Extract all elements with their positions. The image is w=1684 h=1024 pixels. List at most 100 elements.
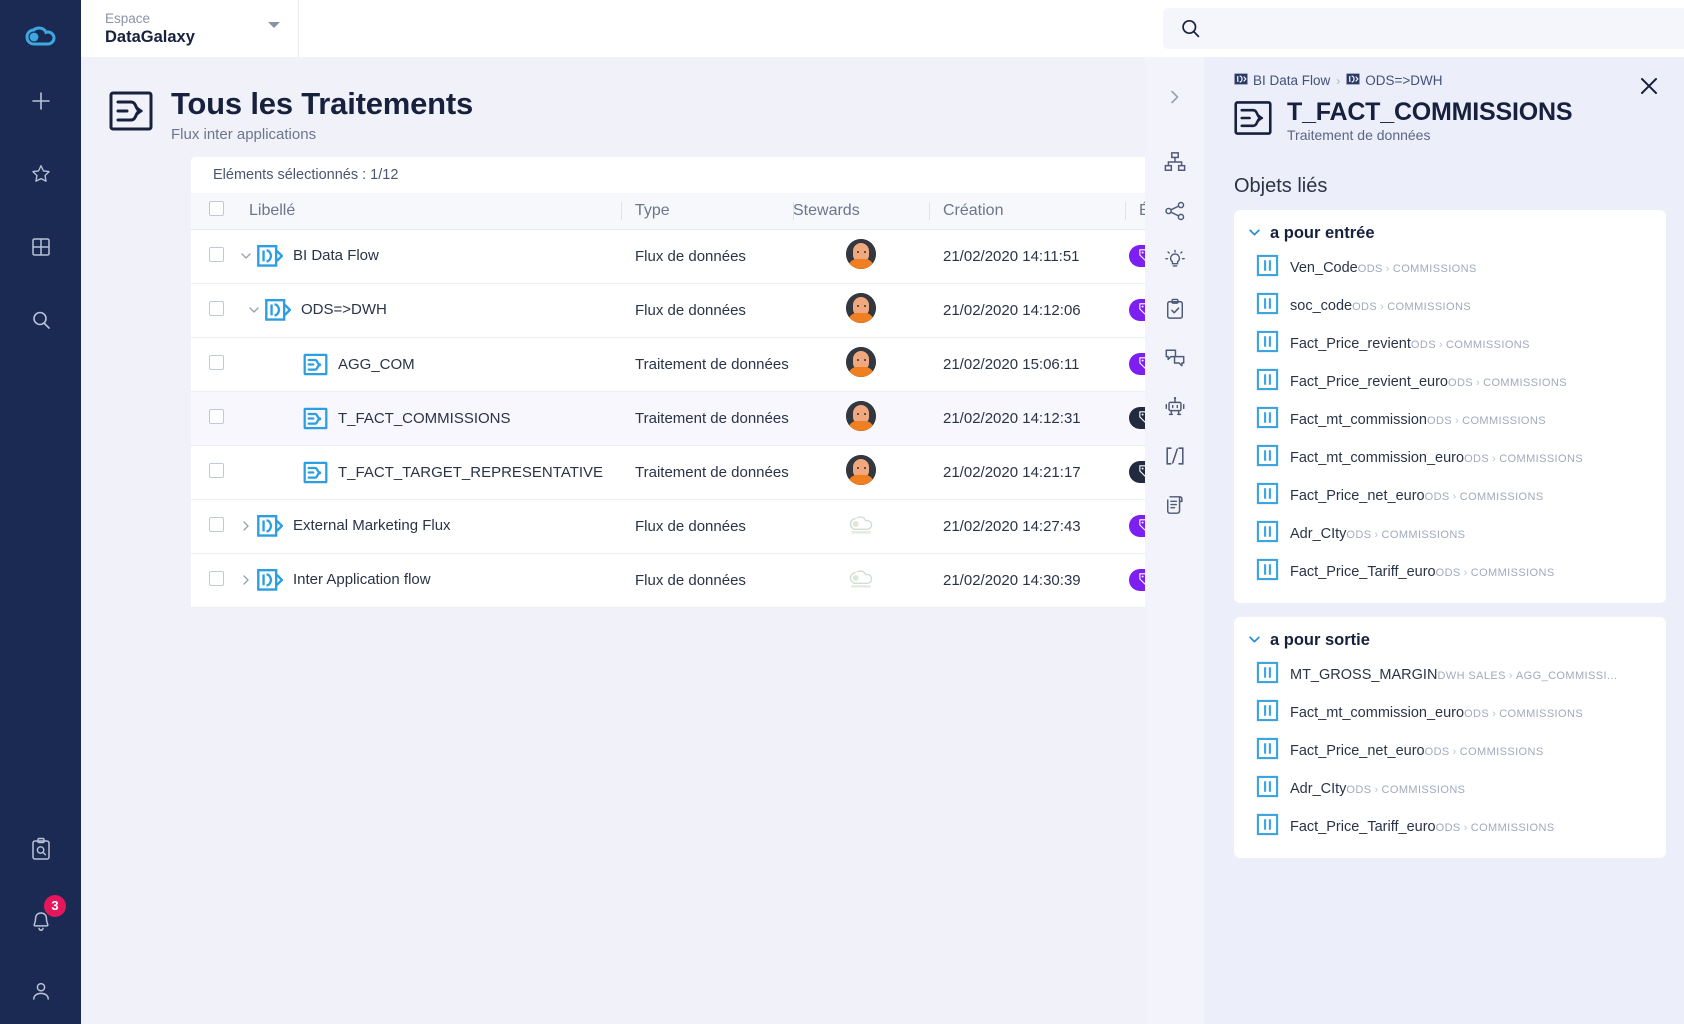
breadcrumb-item[interactable]: BI Data Flow — [1234, 73, 1330, 88]
list-item[interactable]: Fact_mt_commissionODS›COMMISSIONS — [1234, 401, 1666, 439]
grid-icon — [30, 236, 52, 258]
list-item[interactable]: Adr_CItyODS›COMMISSIONS — [1234, 770, 1666, 808]
page-title-block: Tous les Traitements Flux inter applicat… — [171, 85, 473, 143]
row-checkbox[interactable] — [209, 247, 224, 262]
list-item[interactable]: Ven_CodeODS›COMMISSIONS — [1234, 249, 1666, 287]
row-select-cell[interactable] — [191, 391, 235, 445]
row-label-cell[interactable]: BI Data Flow — [235, 229, 621, 283]
status-badge[interactable]: business — [1129, 353, 1145, 375]
row-select-cell[interactable] — [191, 553, 235, 607]
row-checkbox[interactable] — [209, 409, 224, 424]
list-item[interactable]: MT_GROSS_MARGINDWH SALES›AGG_COMMISSI... — [1234, 656, 1666, 694]
row-checkbox[interactable] — [209, 571, 224, 586]
left-nav-rail: 3 — [0, 0, 81, 1024]
rail-chevron-right-icon[interactable] — [1145, 75, 1204, 124]
table-row[interactable]: External Marketing FluxFlux de données21… — [191, 499, 1145, 553]
rail-clipboard-check-icon[interactable] — [1145, 287, 1204, 336]
table-row[interactable]: T_FACT_COMMISSIONSTraitement de données2… — [191, 391, 1145, 445]
rail-script-icon[interactable] — [1145, 483, 1204, 532]
sidebar-item-favorites[interactable] — [0, 137, 81, 210]
espace-selector[interactable]: Espace DataGalaxy — [81, 0, 299, 57]
list-item[interactable]: Fact_mt_commission_euroODS›COMMISSIONS — [1234, 694, 1666, 732]
list-item[interactable]: soc_codeODS›COMMISSIONS — [1234, 287, 1666, 325]
table-row[interactable]: AGG_COMTraitement de données21/02/2020 1… — [191, 337, 1145, 391]
column-header-stewards[interactable]: Stewards — [793, 193, 929, 229]
row-select-cell[interactable] — [191, 337, 235, 391]
select-all-checkbox[interactable] — [209, 201, 224, 216]
status-badge[interactable]: business — [1129, 569, 1145, 591]
star-icon — [30, 163, 52, 185]
table-row[interactable]: BI Data FlowFlux de données21/02/2020 14… — [191, 229, 1145, 283]
list-item[interactable]: Fact_Price_Tariff_euroODS›COMMISSIONS — [1234, 808, 1666, 846]
sidebar-item-audit[interactable] — [0, 812, 81, 885]
chevron-right-icon[interactable] — [235, 520, 257, 532]
column-type-text: Type — [621, 202, 670, 219]
column-header-tags[interactable]: Étiquettes — [1125, 193, 1145, 229]
row-label-cell[interactable]: Inter Application flow — [235, 553, 621, 607]
column-header-label[interactable]: Libellé — [235, 193, 621, 229]
row-label-cell[interactable]: ODS=>DWH — [235, 283, 621, 337]
sidebar-item-search[interactable] — [0, 283, 81, 356]
rail-share-icon[interactable] — [1145, 189, 1204, 238]
list-item[interactable]: Fact_Price_net_euroODS›COMMISSIONS — [1234, 732, 1666, 770]
chevron-down-icon[interactable] — [268, 22, 280, 28]
close-panel-button[interactable] — [1636, 75, 1662, 101]
table-row[interactable]: ODS=>DWHFlux de données21/02/2020 14:12:… — [191, 283, 1145, 337]
column-header-creation[interactable]: Création — [929, 193, 1125, 229]
table-row[interactable]: T_FACT_TARGET_REPRESENTATIVETraitement d… — [191, 445, 1145, 499]
group-toggle[interactable]: a pour entrée — [1234, 224, 1666, 243]
list-item[interactable]: Fact_Price_revientODS›COMMISSIONS — [1234, 325, 1666, 363]
search-input[interactable] — [1213, 20, 1684, 37]
list-item[interactable]: Fact_Price_Tariff_euroODS›COMMISSIONS — [1234, 553, 1666, 591]
sidebar-item-profile[interactable] — [0, 958, 81, 1024]
chevron-down-icon[interactable] — [235, 250, 257, 262]
status-badge[interactable]: Sales — [1129, 407, 1145, 429]
breadcrumb-item[interactable]: ODS=>DWH — [1346, 73, 1442, 88]
list-item-text: soc_codeODS›COMMISSIONS — [1290, 297, 1471, 315]
list-item[interactable]: Adr_CItyODS›COMMISSIONS — [1234, 515, 1666, 553]
sidebar-item-grid[interactable] — [0, 210, 81, 283]
field-icon — [1256, 558, 1279, 586]
row-select-cell[interactable] — [191, 445, 235, 499]
row-creation: 21/02/2020 14:12:06 — [929, 302, 1081, 319]
list-item[interactable]: Fact_Price_revient_euroODS›COMMISSIONS — [1234, 363, 1666, 401]
rail-lightbulb-icon[interactable] — [1145, 238, 1204, 287]
row-checkbox[interactable] — [209, 517, 224, 532]
row-select-cell[interactable] — [191, 499, 235, 553]
row-label-cell[interactable]: External Marketing Flux — [235, 499, 621, 553]
row-steward-cell — [793, 499, 929, 553]
row-checkbox[interactable] — [209, 355, 224, 370]
row-label-cell[interactable]: T_FACT_COMMISSIONS — [235, 391, 621, 445]
list-item[interactable]: Fact_mt_commission_euroODS›COMMISSIONS — [1234, 439, 1666, 477]
row-steward-cell — [793, 391, 929, 445]
cloud-logo-icon[interactable] — [21, 12, 61, 64]
group-toggle[interactable]: a pour sortie — [1234, 631, 1666, 650]
list-item[interactable]: Fact_Price_net_euroODS›COMMISSIONS — [1234, 477, 1666, 515]
rail-code-icon[interactable] — [1145, 434, 1204, 483]
row-label-cell[interactable]: T_FACT_TARGET_REPRESENTATIVE — [235, 445, 621, 499]
row-select-cell[interactable] — [191, 229, 235, 283]
row-steward-cell — [793, 337, 929, 391]
row-checkbox[interactable] — [209, 301, 224, 316]
list-item-name: Fact_Price_net_euro — [1290, 488, 1425, 504]
status-badge[interactable]: business — [1129, 245, 1145, 267]
chevron-down-icon[interactable] — [243, 304, 265, 316]
column-header-type[interactable]: Type — [621, 193, 793, 229]
rail-robot-icon[interactable] — [1145, 385, 1204, 434]
row-select-cell[interactable] — [191, 283, 235, 337]
espace-value: DataGalaxy — [105, 27, 298, 47]
list-item-text: Fact_Price_revient_euroODS›COMMISSIONS — [1290, 373, 1567, 391]
status-badge[interactable]: Sales — [1129, 461, 1145, 483]
global-search-box[interactable] — [1163, 8, 1684, 49]
row-checkbox[interactable] — [209, 463, 224, 478]
sidebar-item-notifications[interactable]: 3 — [0, 885, 81, 958]
row-label-cell[interactable]: AGG_COM — [235, 337, 621, 391]
sidebar-item-add[interactable] — [0, 64, 81, 137]
rail-comments-icon[interactable] — [1145, 336, 1204, 385]
rail-hierarchy-icon[interactable] — [1145, 140, 1204, 189]
status-badge[interactable]: business — [1129, 515, 1145, 537]
select-all-header[interactable] — [191, 193, 235, 229]
table-row[interactable]: Inter Application flowFlux de données21/… — [191, 553, 1145, 607]
chevron-right-icon[interactable] — [235, 574, 257, 586]
status-badge[interactable]: business — [1129, 299, 1145, 321]
